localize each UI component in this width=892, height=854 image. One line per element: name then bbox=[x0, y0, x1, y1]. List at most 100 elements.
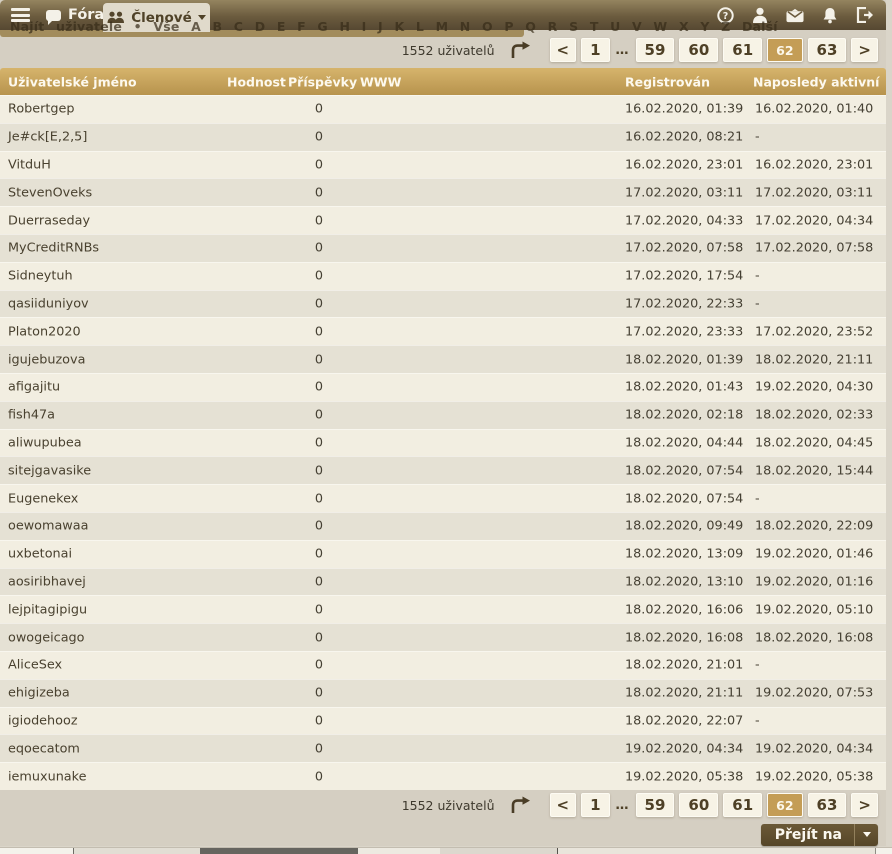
alphabet-filter-links[interactable]: Najít uživatele • Vše A B C D E F G H I … bbox=[10, 19, 778, 34]
pagination-bottom: 1552 uživatelů < 1 … 59 60 61 62 63 > bbox=[402, 793, 878, 817]
registered-date: 17.02.2020, 17:54 bbox=[625, 269, 743, 284]
members-table: Uživatelské jméno Hodnost Příspěvky WWW … bbox=[0, 68, 886, 790]
page-button[interactable]: 59 bbox=[636, 38, 675, 62]
page-button[interactable]: 63 bbox=[808, 38, 847, 62]
jump-to-page-icon[interactable] bbox=[509, 41, 532, 60]
username-link[interactable]: Robertgep bbox=[8, 102, 75, 117]
username-link[interactable]: MyCreditRNBs bbox=[8, 241, 99, 256]
registered-date: 18.02.2020, 13:09 bbox=[625, 547, 743, 562]
username-link[interactable]: ehigizeba bbox=[8, 686, 70, 701]
username-link[interactable]: aosiribhavej bbox=[8, 574, 86, 589]
last-active-date: - bbox=[755, 130, 760, 145]
username-link[interactable]: fish47a bbox=[8, 408, 55, 423]
posts-count: 0 bbox=[288, 296, 350, 311]
registered-date: 18.02.2020, 13:10 bbox=[625, 574, 743, 589]
last-active-date: 17.02.2020, 04:34 bbox=[755, 213, 873, 228]
username-link[interactable]: afigajitu bbox=[8, 380, 60, 395]
registered-date: 19.02.2020, 04:34 bbox=[625, 741, 743, 756]
username-link[interactable]: uxbetonai bbox=[8, 547, 72, 562]
table-row: fish47a 0 18.02.2020, 02:18 18.02.2020, … bbox=[0, 401, 886, 429]
posts-count: 0 bbox=[288, 380, 350, 395]
registered-date: 18.02.2020, 02:18 bbox=[625, 408, 743, 423]
username-link[interactable]: Duerraseday bbox=[8, 213, 90, 228]
posts-count: 0 bbox=[288, 602, 350, 617]
background-windows-strip bbox=[0, 848, 892, 854]
username-link[interactable]: oewomawaa bbox=[8, 519, 88, 534]
posts-count: 0 bbox=[288, 269, 350, 284]
registered-date: 16.02.2020, 23:01 bbox=[625, 157, 743, 172]
last-active-date: - bbox=[755, 658, 760, 673]
username-link[interactable]: Platon2020 bbox=[8, 324, 81, 339]
posts-count: 0 bbox=[288, 547, 350, 562]
logout-icon[interactable] bbox=[856, 6, 874, 24]
column-header-registered[interactable]: Registrován bbox=[625, 74, 710, 89]
last-active-date: 19.02.2020, 04:34 bbox=[755, 741, 873, 756]
last-active-date: 19.02.2020, 01:46 bbox=[755, 547, 873, 562]
table-row: iemuxunake 0 19.02.2020, 05:38 19.02.202… bbox=[0, 762, 886, 790]
table-row: afigajitu 0 18.02.2020, 01:43 19.02.2020… bbox=[0, 373, 886, 401]
page-button[interactable]: 1 bbox=[581, 38, 609, 62]
page-button[interactable]: 60 bbox=[679, 38, 718, 62]
username-link[interactable]: Sidneytuh bbox=[8, 269, 73, 284]
table-row: ehigizeba 0 18.02.2020, 21:11 19.02.2020… bbox=[0, 679, 886, 707]
registered-date: 17.02.2020, 22:33 bbox=[625, 296, 743, 311]
page-button[interactable]: 61 bbox=[723, 793, 762, 817]
username-link[interactable]: aliwupubea bbox=[8, 435, 82, 450]
table-row: owogeicago 0 18.02.2020, 16:08 18.02.202… bbox=[0, 623, 886, 651]
column-header-www: WWW bbox=[360, 74, 401, 89]
last-active-date: 18.02.2020, 15:44 bbox=[755, 463, 873, 478]
username-link[interactable]: Eugenekex bbox=[8, 491, 78, 506]
pager: < 1 … 59 60 61 62 63 > bbox=[550, 793, 879, 817]
column-header-username[interactable]: Uživatelské jméno bbox=[8, 74, 137, 89]
username-link[interactable]: igiodehooz bbox=[8, 713, 78, 728]
username-link[interactable]: lejpitagipigu bbox=[8, 602, 87, 617]
posts-count: 0 bbox=[288, 185, 350, 200]
posts-count: 0 bbox=[288, 630, 350, 645]
username-link[interactable]: VitduH bbox=[8, 157, 51, 172]
registered-date: 17.02.2020, 07:58 bbox=[625, 241, 743, 256]
prev-page-button[interactable]: < bbox=[550, 793, 577, 817]
prev-page-button[interactable]: < bbox=[550, 38, 577, 62]
username-link[interactable]: qasiiduniyov bbox=[8, 296, 89, 311]
posts-count: 0 bbox=[288, 519, 350, 534]
last-active-date: 19.02.2020, 05:38 bbox=[755, 769, 873, 784]
username-link[interactable]: eqoecatom bbox=[8, 741, 80, 756]
column-header-posts[interactable]: Příspěvky bbox=[288, 74, 357, 89]
column-header-last-active[interactable]: Naposledy aktivní bbox=[753, 74, 879, 89]
column-header-rank[interactable]: Hodnost bbox=[227, 74, 286, 89]
posts-count: 0 bbox=[288, 769, 350, 784]
notifications-icon[interactable] bbox=[821, 6, 839, 24]
page-button[interactable]: 63 bbox=[808, 793, 847, 817]
private-messages-icon[interactable] bbox=[786, 6, 804, 24]
posts-count: 0 bbox=[288, 408, 350, 423]
table-row: Platon2020 0 17.02.2020, 23:33 17.02.202… bbox=[0, 317, 886, 345]
registered-date: 17.02.2020, 04:33 bbox=[625, 213, 743, 228]
username-link[interactable]: Je#ck[E,2,5] bbox=[8, 130, 87, 145]
last-active-date: 18.02.2020, 16:08 bbox=[755, 630, 873, 645]
next-page-button[interactable]: > bbox=[851, 38, 878, 62]
username-link[interactable]: AliceSex bbox=[8, 658, 62, 673]
table-row: lejpitagipigu 0 18.02.2020, 16:06 19.02.… bbox=[0, 595, 886, 623]
goto-button[interactable]: Přejít na bbox=[761, 824, 878, 846]
last-active-date: 19.02.2020, 05:10 bbox=[755, 602, 873, 617]
table-row: uxbetonai 0 18.02.2020, 13:09 19.02.2020… bbox=[0, 540, 886, 568]
registered-date: 17.02.2020, 23:33 bbox=[625, 324, 743, 339]
page-button[interactable]: 61 bbox=[723, 38, 762, 62]
username-link[interactable]: igujebuzova bbox=[8, 352, 85, 367]
pagination-top: 1552 uživatelů < 1 … 59 60 61 62 63 > bbox=[402, 38, 878, 62]
jump-to-page-icon[interactable] bbox=[509, 796, 532, 815]
page-button[interactable]: 1 bbox=[581, 793, 609, 817]
page-button[interactable]: 60 bbox=[679, 793, 718, 817]
goto-dropdown-toggle[interactable] bbox=[855, 824, 878, 846]
next-page-button[interactable]: > bbox=[851, 793, 878, 817]
table-row: sitejgavasike 0 18.02.2020, 07:54 18.02.… bbox=[0, 456, 886, 484]
last-active-date: 18.02.2020, 22:09 bbox=[755, 519, 873, 534]
registered-date: 18.02.2020, 21:11 bbox=[625, 686, 743, 701]
username-link[interactable]: StevenOveks bbox=[8, 185, 92, 200]
username-link[interactable]: iemuxunake bbox=[8, 769, 86, 784]
username-link[interactable]: sitejgavasike bbox=[8, 463, 91, 478]
table-row: VitduH 0 16.02.2020, 23:01 16.02.2020, 2… bbox=[0, 151, 886, 179]
last-active-date: - bbox=[755, 713, 760, 728]
username-link[interactable]: owogeicago bbox=[8, 630, 85, 645]
page-button[interactable]: 59 bbox=[636, 793, 675, 817]
